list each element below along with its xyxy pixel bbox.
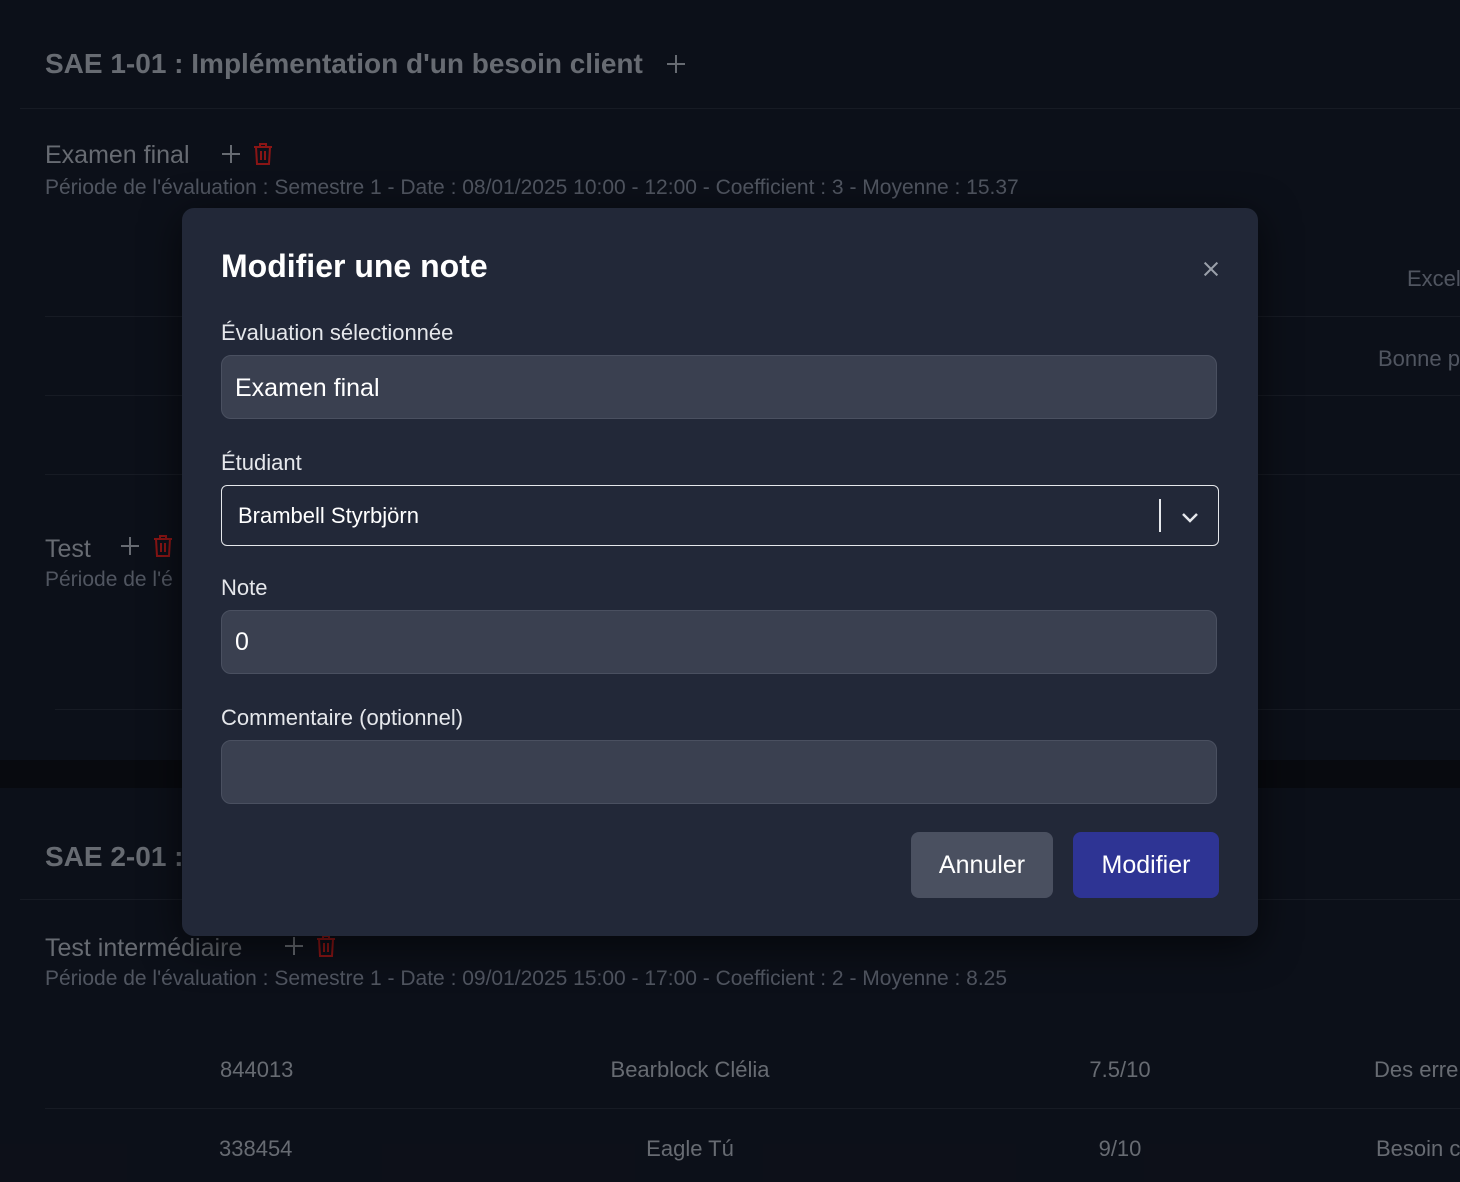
edit-grade-modal: Modifier une note Évaluation sélectionné… xyxy=(182,208,1258,936)
grade-input[interactable] xyxy=(221,610,1217,674)
chevron-down-icon[interactable] xyxy=(1179,506,1201,528)
grade-label: Note xyxy=(221,575,268,600)
student-label: Étudiant xyxy=(221,450,302,475)
evaluation-field[interactable]: Examen final xyxy=(221,355,1217,419)
comment-input[interactable] xyxy=(221,740,1217,804)
comment-label: Commentaire (optionnel) xyxy=(221,705,464,730)
student-select-value: Brambell Styrbjörn xyxy=(238,503,419,528)
submit-button[interactable]: Modifier xyxy=(1073,832,1219,898)
cancel-button[interactable]: Annuler xyxy=(911,832,1053,898)
close-icon[interactable] xyxy=(1202,260,1220,278)
select-separator xyxy=(1159,499,1161,532)
modal-title: Modifier une note xyxy=(221,248,488,284)
evaluation-label: Évaluation sélectionnée xyxy=(221,320,454,345)
student-select[interactable]: Brambell Styrbjörn xyxy=(221,485,1219,546)
